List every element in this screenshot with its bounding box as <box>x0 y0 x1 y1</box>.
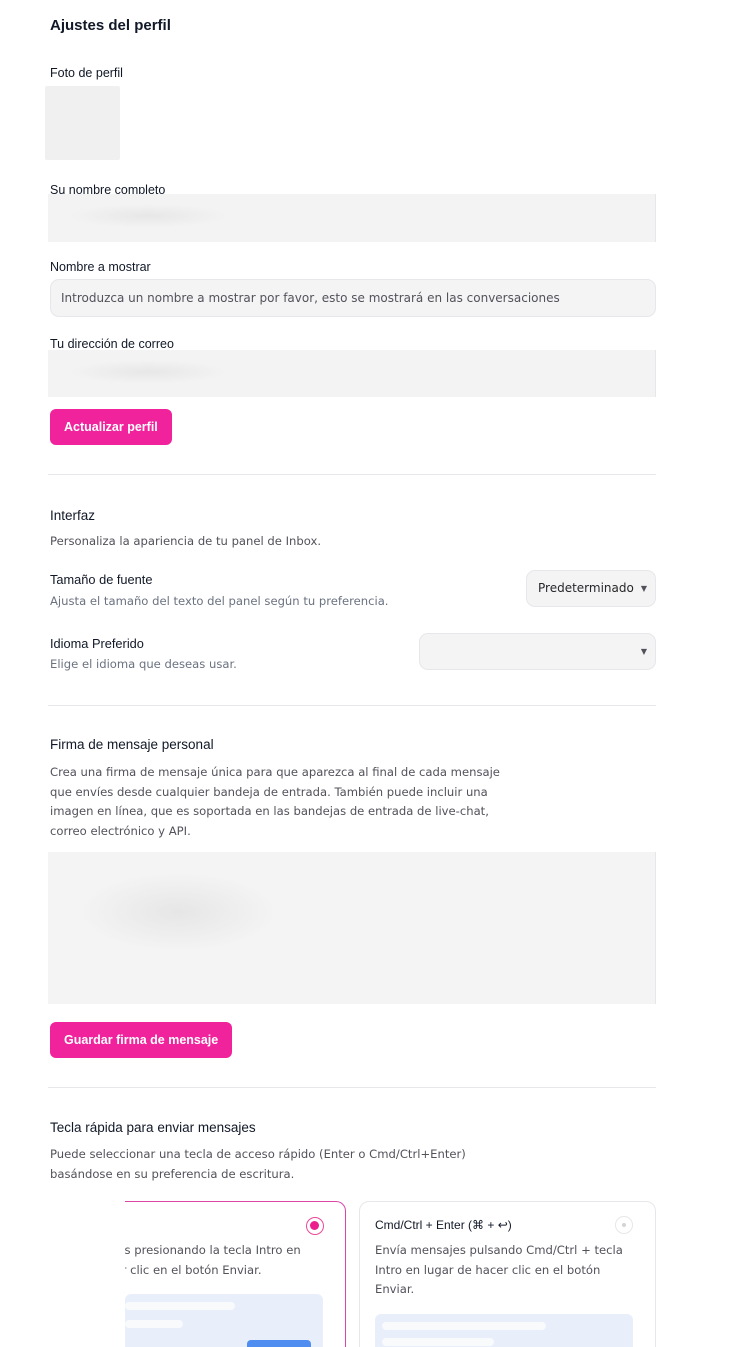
font-size-title: Tamaño de fuente <box>50 572 153 587</box>
language-description: Elige el idioma que deseas usar. <box>50 657 237 671</box>
font-size-select[interactable]: Predeterminado ▼ <box>526 570 656 607</box>
option-enter-desc-line: sajes presionando la tecla Intro en <box>125 1243 301 1257</box>
option-enter-preview <box>125 1294 323 1347</box>
page-title: Ajustes del perfil <box>50 17 171 34</box>
font-size-description: Ajusta el tamaño del texto del panel seg… <box>50 594 389 608</box>
option-cmd-enter-preview <box>375 1314 633 1347</box>
hotkey-option-cmd-enter[interactable]: Cmd/Ctrl + Enter (⌘ + ↩) Envía mensajes … <box>359 1201 656 1347</box>
option-enter-desc-line: acer clic en el botón Enviar. <box>125 1262 262 1277</box>
divider <box>48 1087 656 1088</box>
signature-description: Crea una firma de mensaje única para que… <box>50 763 500 841</box>
language-select[interactable]: ▼ <box>419 633 656 670</box>
hotkey-description: Puede seleccionar una tecla de acceso rá… <box>50 1145 466 1184</box>
preview-send-button <box>247 1340 311 1347</box>
option-cmd-desc-line: Enviar. <box>375 1282 415 1296</box>
option-cmd-desc-line: Envía mensajes pulsando Cmd/Ctrl + tecla <box>375 1243 623 1257</box>
display-name-input[interactable]: Introduzca un nombre a mostrar por favor… <box>50 279 656 317</box>
hotkey-desc-line: Puede seleccionar una tecla de acceso rá… <box>50 1147 466 1161</box>
update-profile-button[interactable]: Actualizar perfil <box>50 409 172 445</box>
full-name-input[interactable] <box>48 194 656 242</box>
option-cmd-desc-line: Intro en lugar de hacer clic en el botón <box>375 1262 601 1277</box>
signature-desc-line: Crea una firma de mensaje única para que… <box>50 765 500 779</box>
chevron-down-icon: ▼ <box>640 647 647 656</box>
option-cmd-enter-title: Cmd/Ctrl + Enter (⌘ + ↩) <box>375 1218 512 1232</box>
save-signature-button[interactable]: Guardar firma de mensaje <box>50 1022 233 1058</box>
preview-line <box>125 1302 235 1310</box>
display-name-label: Nombre a mostrar <box>50 260 151 274</box>
chevron-down-icon: ▼ <box>640 584 647 593</box>
preview-line <box>382 1322 546 1330</box>
font-size-value: Predeterminado <box>538 581 634 595</box>
signature-desc-line: que envíes desde cualquier bandeja de en… <box>50 784 488 799</box>
interface-title: Interfaz <box>50 508 96 523</box>
divider <box>48 474 656 475</box>
radio-selected[interactable] <box>306 1217 324 1235</box>
email-input[interactable] <box>48 350 656 397</box>
preview-line <box>382 1338 494 1346</box>
hotkey-title: Tecla rápida para enviar mensajes <box>50 1120 256 1135</box>
signature-title: Firma de mensaje personal <box>50 737 214 752</box>
signature-desc-line: correo electrónico y API. <box>50 823 191 838</box>
signature-editor[interactable] <box>48 852 656 1004</box>
hotkey-desc-line: basándose en su preferencia de escritura… <box>50 1166 295 1181</box>
option-enter-description: sajes presionando la tecla Intro en acer… <box>125 1241 345 1280</box>
radio-unselected[interactable] <box>615 1216 633 1234</box>
email-label: Tu dirección de correo <box>50 337 174 351</box>
signature-desc-line: imagen en línea, que es soportada en las… <box>50 804 489 818</box>
interface-description: Personaliza la apariencia de tu panel de… <box>50 534 322 548</box>
divider <box>48 705 656 706</box>
language-title: Idioma Preferido <box>50 636 144 651</box>
hotkey-option-enter[interactable]: sajes presionando la tecla Intro en acer… <box>125 1201 346 1347</box>
photo-label: Foto de perfil <box>50 66 123 80</box>
preview-line <box>125 1320 183 1328</box>
avatar[interactable] <box>45 86 120 160</box>
option-cmd-enter-description: Envía mensajes pulsando Cmd/Ctrl + tecla… <box>375 1241 635 1300</box>
